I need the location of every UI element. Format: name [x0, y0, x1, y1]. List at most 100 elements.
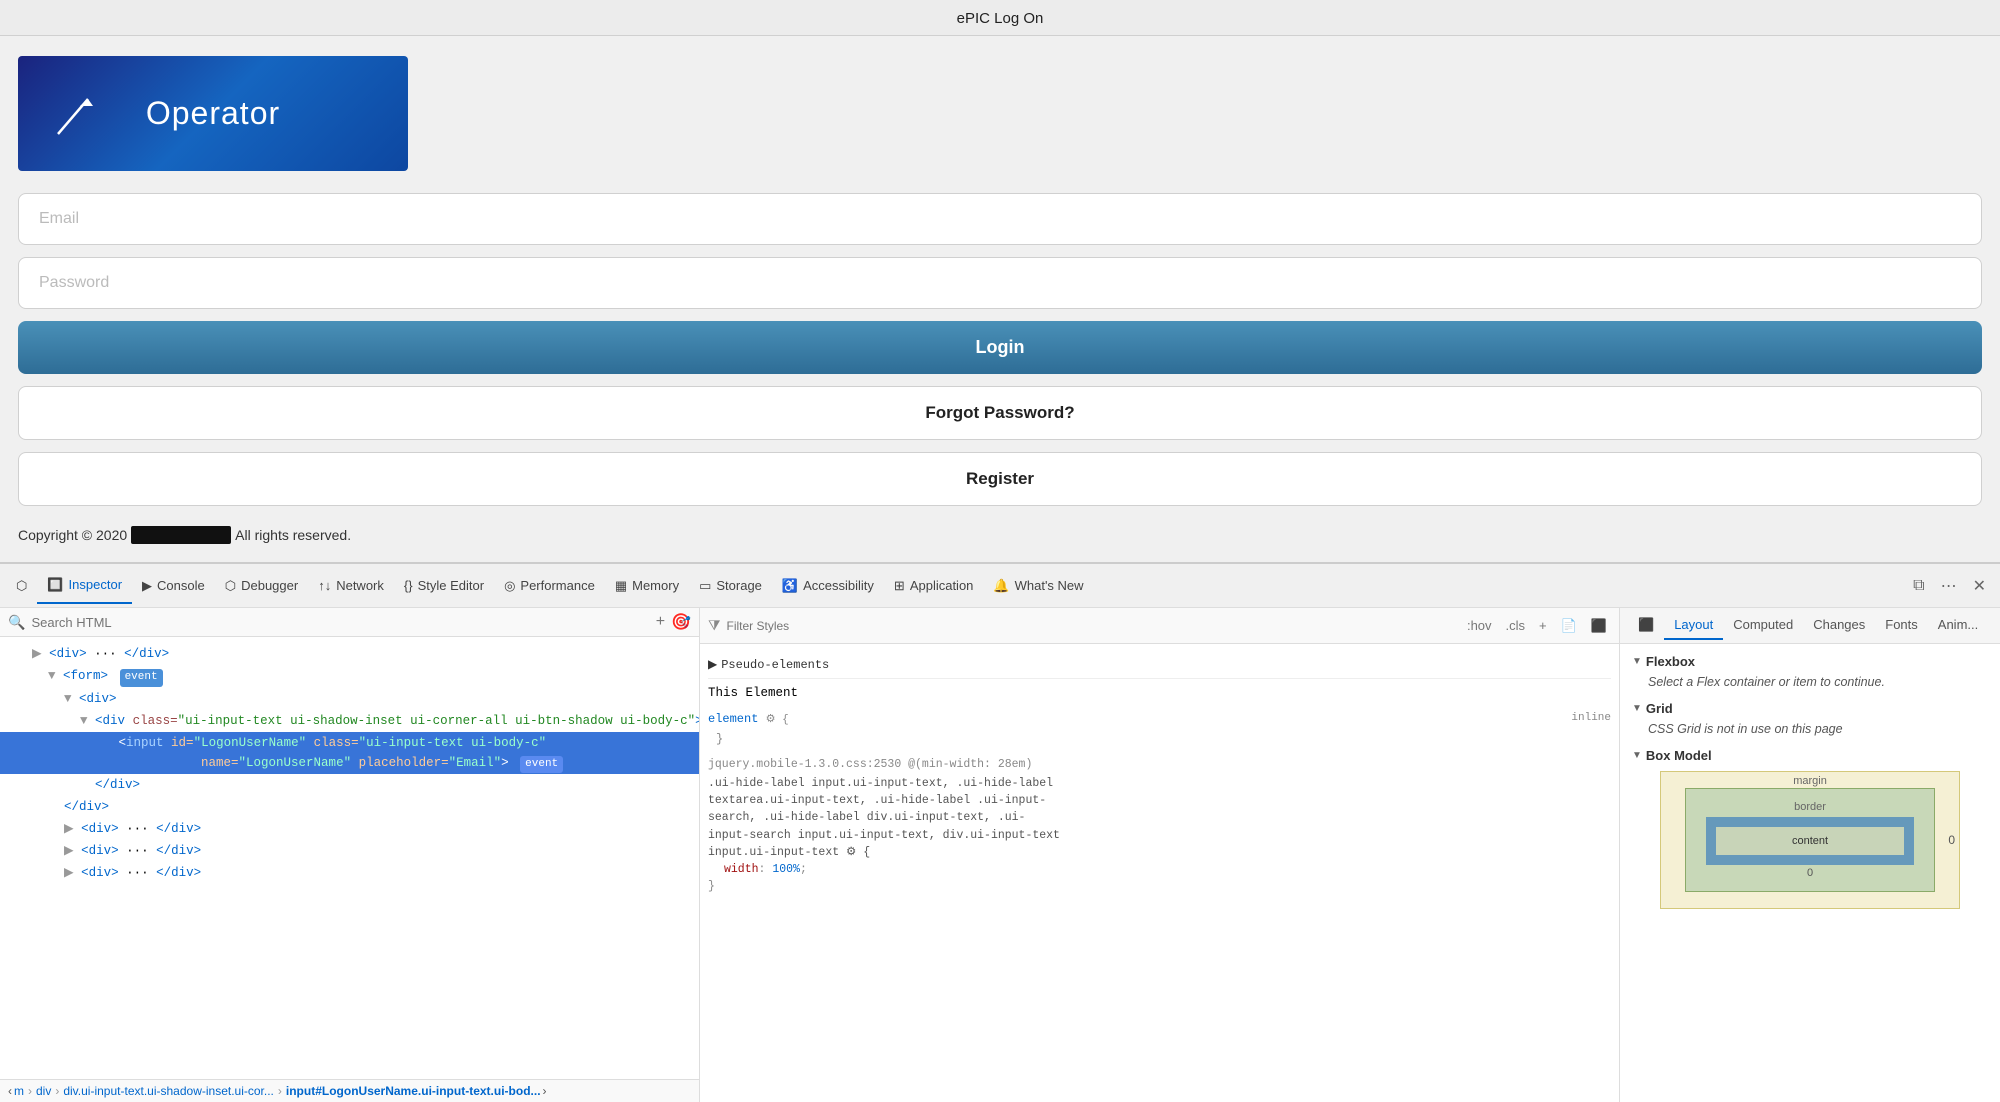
layout-box-icon: ⬛: [1638, 617, 1654, 632]
memory-icon: ▦: [615, 578, 627, 594]
flexbox-section-title[interactable]: ▼ Flexbox: [1632, 654, 1988, 669]
css-panel: ⧩ :hov .cls + 📄 ⬛ ▶ Pseudo-elements This…: [700, 608, 1620, 1102]
tab-layout[interactable]: Layout: [1664, 611, 1723, 640]
pseudo-elements-toggle[interactable]: ▶ Pseudo-elements: [708, 652, 1611, 679]
css-cls-button[interactable]: .cls: [1502, 616, 1530, 635]
devtools-tool-performance[interactable]: ◎ Performance: [494, 568, 605, 604]
devtools-body: 🔍 + 🎯 ▶ <div> ··· </div> ▼ <form> event …: [0, 608, 2000, 1102]
flexbox-section: ▼ Flexbox Select a Flex container or ite…: [1632, 654, 1988, 689]
devtools-tool-accessibility[interactable]: ♿ Accessibility: [772, 568, 884, 604]
css-source-reference: jquery.mobile-1.3.0.css:2530 @(min-width…: [708, 756, 1611, 896]
inspector-icon: 🔲: [47, 577, 63, 593]
devtools-undock-button[interactable]: ⧉: [1905, 573, 1932, 599]
devtools-tool-console[interactable]: ▶ Console: [132, 568, 215, 604]
email-input[interactable]: [18, 193, 1982, 245]
grid-section-body: CSS Grid is not in use on this page: [1632, 722, 1988, 736]
box-model-arrow-icon: ▼: [1632, 750, 1642, 761]
devtools-tool-memory[interactable]: ▦ Memory: [605, 568, 689, 604]
tab-animations[interactable]: Anim...: [1928, 611, 1988, 640]
register-button[interactable]: Register: [18, 452, 1982, 506]
html-code-line: </div>: [0, 774, 699, 796]
devtools-toolbar: ⬡ 🔲 Inspector ▶ Console ⬡ Debugger ↑↓ Ne…: [0, 564, 2000, 608]
html-breadcrumb: ‹ m › div › div.ui-input-text.ui-shadow-…: [0, 1079, 699, 1102]
element-rule-close: }: [716, 729, 1611, 749]
logo-arrow-icon: [48, 84, 108, 144]
page-content: Operator Login Forgot Password? Register…: [0, 36, 2000, 562]
devtools-more-button[interactable]: ⋯: [1933, 572, 1965, 600]
layout-tabs: ⬛ Layout Computed Changes Fonts Anim...: [1620, 608, 2000, 644]
grid-arrow-icon: ▼: [1632, 703, 1642, 714]
box-model-section-title[interactable]: ▼ Box Model: [1632, 748, 1988, 763]
performance-icon: ◎: [504, 578, 515, 594]
tab-computed[interactable]: Computed: [1723, 611, 1803, 640]
devtools-tool-style-editor[interactable]: {} Style Editor: [394, 568, 494, 604]
html-code-line: ▼ <div>: [0, 688, 699, 710]
box-model-border-value: 0: [1706, 867, 1914, 879]
breadcrumb-item[interactable]: div: [36, 1084, 51, 1098]
breadcrumb-nav-back[interactable]: ‹: [8, 1084, 12, 1098]
devtools-panel: ⬡ 🔲 Inspector ▶ Console ⬡ Debugger ↑↓ Ne…: [0, 562, 2000, 1102]
box-model-diagram: margin 0 border content: [1632, 771, 1988, 909]
devtools-tool-inspector[interactable]: 🔲 Inspector: [37, 568, 132, 604]
filter-styles-input[interactable]: [727, 619, 1457, 633]
breadcrumb-nav-forward[interactable]: ›: [543, 1084, 547, 1098]
search-magnifier-icon: 🔍: [8, 614, 25, 631]
html-code-line: ▶ <div> ··· </div>: [0, 643, 699, 665]
box-model-border-label: border: [1706, 801, 1914, 813]
login-button[interactable]: Login: [18, 321, 1982, 374]
console-icon: ▶: [142, 578, 152, 594]
logo-container: Operator: [18, 56, 408, 171]
flexbox-arrow-icon: ▼: [1632, 656, 1642, 667]
breadcrumb-item-active[interactable]: input#LogonUserName.ui-input-text.ui-bod…: [286, 1084, 541, 1098]
application-icon: ⊞: [894, 578, 905, 594]
tab-fonts[interactable]: Fonts: [1875, 611, 1928, 640]
box-model-border: border content 0: [1685, 788, 1935, 892]
css-source-button[interactable]: 📄: [1557, 616, 1581, 636]
html-code-line-selected[interactable]: <input id="LogonUserName" class="ui-inpu…: [0, 732, 699, 775]
devtools-close-button[interactable]: ✕: [1965, 572, 1994, 600]
html-code-line: ▶ <div> ··· </div>: [0, 840, 699, 862]
html-search-bar: 🔍 + 🎯: [0, 608, 699, 637]
devtools-tool-whats-new[interactable]: 🔔 What's New: [983, 568, 1093, 604]
forgot-password-button[interactable]: Forgot Password?: [18, 386, 1982, 440]
devtools-tool-debugger[interactable]: ⬡ Debugger: [215, 568, 308, 604]
debugger-icon: ⬡: [225, 578, 236, 594]
add-node-button[interactable]: +: [656, 613, 665, 631]
devtools-tool-network[interactable]: ↑↓ Network: [308, 568, 394, 604]
css-hov-button[interactable]: :hov: [1463, 616, 1496, 635]
accessibility-icon: ♿: [782, 578, 798, 594]
html-search-input[interactable]: [31, 615, 649, 630]
html-code-line: ▶ <div> ··· </div>: [0, 818, 699, 840]
password-input[interactable]: [18, 257, 1982, 309]
flexbox-section-body: Select a Flex container or item to conti…: [1632, 675, 1988, 689]
box-model-padding: content: [1706, 817, 1914, 865]
devtools-tool-storage[interactable]: ▭ Storage: [689, 568, 772, 604]
html-code-line: ▶ <div> ··· </div>: [0, 862, 699, 884]
title-bar: ePIC Log On: [0, 0, 2000, 36]
logo-text: Operator: [146, 95, 280, 132]
html-code-panel: ▶ <div> ··· </div> ▼ <form> event ▼ <div…: [0, 637, 699, 1079]
css-layout-box-button[interactable]: ⬛: [1587, 616, 1611, 636]
box-model-content: content: [1716, 827, 1904, 855]
tab-changes[interactable]: Changes: [1803, 611, 1875, 640]
page-title: ePIC Log On: [957, 10, 1044, 27]
style-editor-icon: {}: [404, 578, 413, 593]
breadcrumb-item[interactable]: div.ui-input-text.ui-shadow-inset.ui-cor…: [63, 1084, 274, 1098]
network-icon: ↑↓: [318, 578, 331, 593]
grid-section-title[interactable]: ▼ Grid: [1632, 701, 1988, 716]
box-model-section: ▼ Box Model margin 0: [1632, 748, 1988, 909]
box-model-margin: margin 0 border content: [1660, 771, 1960, 909]
devtools-tool-application[interactable]: ⊞ Application: [884, 568, 984, 604]
css-content: ▶ Pseudo-elements This Element element ⚙…: [700, 644, 1619, 1102]
grid-section: ▼ Grid CSS Grid is not in use on this pa…: [1632, 701, 1988, 736]
this-element-section: This Element: [708, 683, 1611, 704]
picker-icon: ⬡: [16, 578, 27, 594]
pick-element-button[interactable]: 🎯: [671, 612, 691, 632]
tab-layout-icon[interactable]: ⬛: [1628, 611, 1664, 641]
layout-content: ▼ Flexbox Select a Flex container or ite…: [1620, 644, 2000, 1102]
html-panel: 🔍 + 🎯 ▶ <div> ··· </div> ▼ <form> event …: [0, 608, 700, 1102]
breadcrumb-item[interactable]: m: [14, 1084, 24, 1098]
css-add-rule-button[interactable]: +: [1535, 616, 1551, 635]
pseudo-arrow-icon: ▶: [708, 655, 717, 675]
devtools-tool-picker[interactable]: ⬡: [6, 568, 37, 604]
